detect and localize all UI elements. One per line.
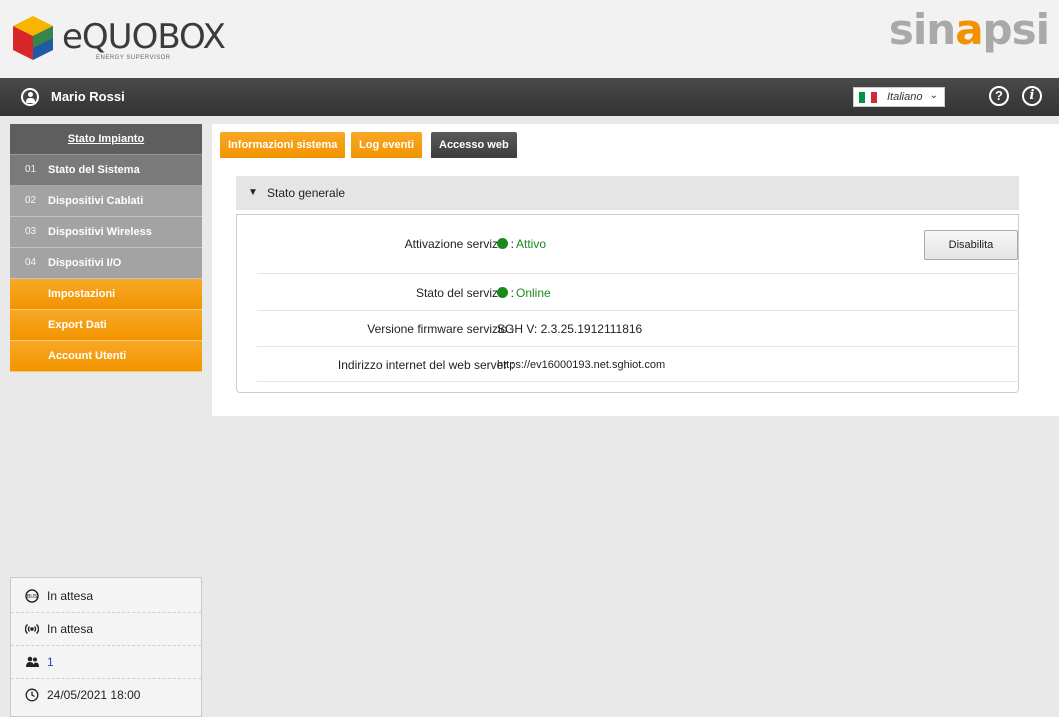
status-text: Online bbox=[516, 286, 551, 300]
row-versione-firmware: Versione firmware servizio : SGH V: 2.3.… bbox=[257, 311, 1019, 347]
sidebar-item-label: Account Utenti bbox=[48, 350, 127, 362]
user-icon bbox=[21, 88, 39, 106]
tab-accesso-web[interactable]: Accesso web bbox=[431, 132, 517, 158]
wireless-icon bbox=[25, 623, 39, 635]
sidebar-item-number: 04 bbox=[25, 257, 37, 268]
user-name[interactable]: Mario Rossi bbox=[51, 89, 125, 104]
sinapsi-brand: sinapsi bbox=[888, 5, 1050, 54]
svg-text:BUS: BUS bbox=[27, 594, 37, 600]
sidebar-item-dispositivi-io[interactable]: 04 Dispositivi I/O bbox=[10, 248, 202, 279]
sidebar-item-label: Dispositivi Wireless bbox=[48, 226, 152, 238]
sidebar-title-stato-impianto[interactable]: Stato Impianto bbox=[10, 124, 202, 155]
sidebar-item-number: 03 bbox=[25, 226, 37, 237]
sidebar-item-label: Dispositivi I/O bbox=[48, 257, 122, 269]
italy-flag-icon bbox=[859, 92, 877, 103]
info-icon[interactable]: i bbox=[1022, 86, 1042, 106]
tab-informazioni-sistema[interactable]: Informazioni sistema bbox=[220, 132, 346, 158]
language-select[interactable]: Italiano ⌄ bbox=[853, 87, 945, 107]
app-header: eQUOBOX ENERGY SUPERVISOR sinapsi bbox=[0, 0, 1059, 78]
status-dot-icon bbox=[497, 238, 508, 249]
row-value-attivo: Attivo bbox=[497, 237, 546, 251]
row-indirizzo-web-server: Indirizzo internet del web server : http… bbox=[257, 347, 1019, 382]
collapse-triangle-icon: ▼ bbox=[248, 187, 258, 198]
users-icon bbox=[26, 656, 39, 667]
sidebar-item-label: Export Dati bbox=[48, 319, 107, 331]
status-dot-icon bbox=[497, 287, 508, 298]
sidebar-title-label: Stato Impianto bbox=[67, 133, 145, 145]
status-text: Attivo bbox=[516, 237, 547, 251]
brand-text: sinapsi bbox=[888, 5, 1050, 54]
bus-icon: BUS bbox=[25, 589, 39, 603]
logo-subtitle: ENERGY SUPERVISOR bbox=[96, 55, 171, 61]
sidebar: Stato Impianto 01 Stato del Sistema 02 D… bbox=[10, 124, 202, 372]
status-panel: BUS In attesa In attesa 1 24/05/2021 18:… bbox=[10, 577, 202, 717]
chevron-down-icon: ⌄ bbox=[929, 90, 938, 101]
status-row-bus: BUS In attesa bbox=[11, 580, 201, 613]
row-key: Versione firmware servizio : bbox=[367, 322, 514, 336]
sidebar-item-number: 01 bbox=[25, 164, 37, 175]
sidebar-item-export-dati[interactable]: Export Dati bbox=[10, 310, 202, 341]
status-text: In attesa bbox=[47, 589, 94, 603]
sidebar-item-number: 02 bbox=[25, 195, 37, 206]
equobox-logo[interactable]: eQUOBOX ENERGY SUPERVISOR bbox=[10, 14, 226, 66]
cube-logo-icon bbox=[13, 16, 53, 60]
disabilita-button[interactable]: Disabilita bbox=[924, 230, 1018, 260]
row-value-firmware: SGH V: 2.3.25.1912111816 bbox=[497, 322, 643, 336]
panel-body: Attivazione servizio : Attivo Disabilita… bbox=[236, 214, 1019, 393]
panel-header-stato-generale[interactable]: ▼ Stato generale bbox=[236, 176, 1019, 210]
user-bar: Mario Rossi Italiano ⌄ ? i bbox=[0, 78, 1059, 116]
sidebar-item-impostazioni[interactable]: Impostazioni bbox=[10, 279, 202, 310]
sidebar-item-dispositivi-cablati[interactable]: 02 Dispositivi Cablati bbox=[10, 186, 202, 217]
sidebar-item-account-utenti[interactable]: Account Utenti bbox=[10, 341, 202, 372]
main-content: Informazioni sistema Log eventi Accesso … bbox=[212, 124, 1059, 416]
status-row-users: 1 bbox=[11, 646, 201, 679]
sidebar-item-dispositivi-wireless[interactable]: 03 Dispositivi Wireless bbox=[10, 217, 202, 248]
row-value-url[interactable]: https://ev16000193.net.sghiot.com bbox=[497, 359, 665, 371]
sidebar-item-label: Dispositivi Cablati bbox=[48, 195, 144, 207]
clock-icon bbox=[25, 688, 39, 702]
users-count-link[interactable]: 1 bbox=[47, 646, 54, 678]
row-key: Indirizzo internet del web server : bbox=[337, 358, 514, 372]
sidebar-item-stato-sistema[interactable]: 01 Stato del Sistema bbox=[10, 155, 202, 186]
tab-log-eventi[interactable]: Log eventi bbox=[351, 132, 423, 158]
language-label: Italiano bbox=[887, 91, 923, 103]
status-text: 24/05/2021 18:00 bbox=[47, 688, 141, 702]
sidebar-item-label: Stato del Sistema bbox=[48, 164, 140, 176]
panel-title: Stato generale bbox=[267, 186, 346, 200]
status-row-datetime: 24/05/2021 18:00 bbox=[11, 679, 201, 711]
status-row-wireless: In attesa bbox=[11, 613, 201, 646]
row-value-online: Online bbox=[497, 286, 551, 300]
row-stato-servizio: Stato del servizio : Online bbox=[257, 274, 1019, 311]
status-text: In attesa bbox=[47, 622, 94, 636]
row-attivazione-servizio: Attivazione servizio : Attivo Disabilita bbox=[257, 215, 1019, 274]
logo-wordmark: eQUOBOX bbox=[62, 17, 226, 57]
sidebar-item-label: Impostazioni bbox=[48, 288, 116, 300]
help-icon[interactable]: ? bbox=[989, 86, 1009, 106]
